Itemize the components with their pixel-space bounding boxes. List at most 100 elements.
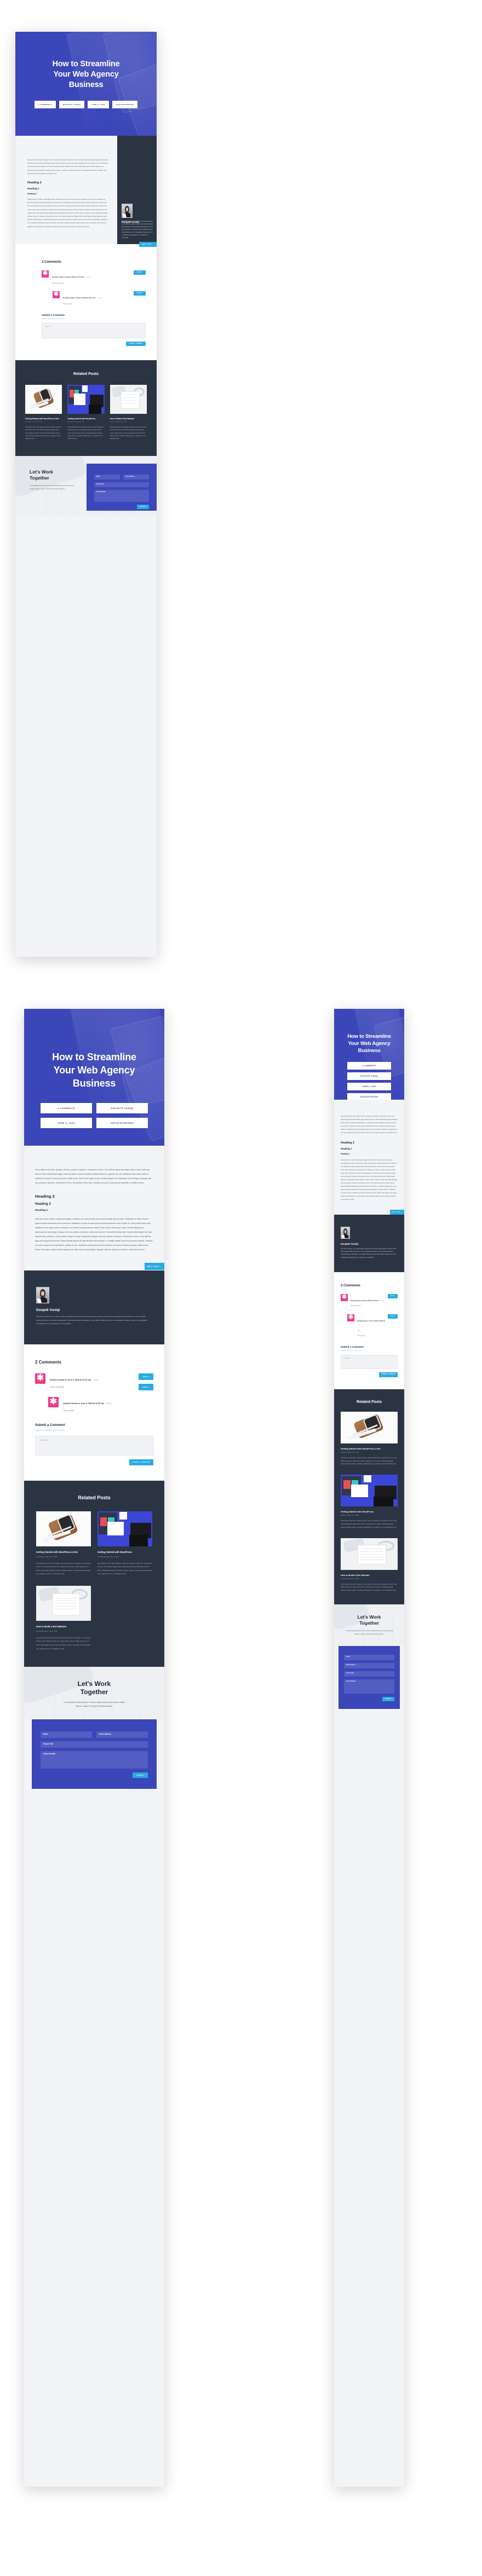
meta-author[interactable]: DONJETË VUNIQI [96,1103,148,1113]
submit-comment-button[interactable]: SUBMIT COMMENT [126,341,146,346]
related-post-card[interactable]: Getting Started with WordPress by Donjet… [341,1475,398,1529]
related-post-title[interactable]: Getting Started with WordPress & Divi [341,1447,398,1450]
comments-section: 2 Comments ✱ Donjetë Vuniqi on June 9, 2… [334,1272,404,1389]
project-details-textarea[interactable]: Project Details [344,1679,394,1694]
related-post-card[interactable]: Getting Started with WordPress & Divi by… [36,1511,91,1576]
cta-section: Let's Work Together In hac habitasse pla… [24,1667,164,1720]
name-input[interactable]: Name [94,474,120,480]
name-input[interactable]: Name [41,1731,92,1738]
related-post-card[interactable]: Getting Started with WordPress & Divi by… [25,384,62,441]
related-post-card[interactable]: Getting Started with WordPress by Donjet… [67,384,105,441]
cta-submit-button[interactable]: SUBMIT [137,504,149,509]
related-post-title[interactable]: Getting Started with WordPress [341,1510,398,1513]
related-post-excerpt: Sed porttitor lectus nibh. Quisque velit… [36,1636,91,1650]
related-post-title[interactable]: How to Build a Divi Website [36,1625,91,1628]
reply-button[interactable]: REPLY [139,1373,153,1380]
asterisk-icon: ✱ [53,291,59,298]
related-post-title[interactable]: Getting Started with WordPress & Divi [36,1551,91,1553]
related-post-card[interactable]: Getting Started with WordPress by Donjet… [97,1511,152,1576]
comment-edit-link[interactable]: (Edit) [87,276,90,278]
author-avatar-collar [37,1298,42,1303]
cta-heading-line-1: Let's Work [77,1680,111,1688]
ui-window-3 [363,1475,372,1483]
name-input[interactable]: Name [344,1654,394,1660]
logged-in-notice[interactable]: Logged in as Donjetë Vuniqi. Log out? [42,318,146,320]
related-posts-heading: Related Posts [73,372,99,376]
meta-author[interactable]: DONJETË VUNIQI [347,1072,391,1080]
related-post-card[interactable]: How to Build a Divi Website by Donjetë V… [341,1538,398,1592]
next-post-button[interactable]: NEXT POST → [145,1263,164,1270]
meta-comments[interactable]: 2 COMMENTS [34,101,56,108]
reply-button[interactable]: REPLY [134,291,146,296]
meta-comments[interactable]: 2 COMMENTS [41,1103,92,1113]
meta-date[interactable]: JUNE 9, 2020 [41,1118,92,1128]
asterisk-icon: ✱ [36,1373,44,1383]
comment-edit-link[interactable]: (Edit) [97,297,101,299]
meta-category[interactable]: UNCATEGORIZED [112,101,138,108]
comment-edit-link[interactable]: (Edit) [381,1300,385,1302]
next-post-button[interactable]: NEXT POST → [390,1210,404,1215]
project-details-textarea[interactable]: Project Details [41,1751,148,1769]
meta-date[interactable]: JUNE 9, 2020 [347,1083,391,1090]
related-post-title[interactable]: Getting Started with WordPress [97,1551,152,1553]
project-title-input[interactable]: Project Title [41,1741,148,1748]
cta-submit-button[interactable]: SUBMIT [382,1696,394,1701]
comment-textarea[interactable]: Comment [35,1435,153,1456]
comment-edit-link[interactable]: (Edit) [357,1330,360,1332]
project-title-input[interactable]: Project Title [94,482,149,487]
related-post-title[interactable]: How to Build a Divi Website [341,1574,398,1576]
meta-category[interactable]: UNCATEGORIZED [347,1093,391,1100]
related-post-excerpt: Sed porttitor lectus nibh. Quisque velit… [341,1457,398,1465]
comment-edit-link[interactable]: (Edit) [94,1379,98,1381]
related-post-title[interactable]: Getting Started with WordPress & Divi [25,418,62,420]
comment-edit-link[interactable]: (Edit) [107,1402,111,1405]
submit-comment-button[interactable]: SUBMIT COMMENT [379,1372,398,1377]
hero-title-line-1: How to Streamline [52,60,120,68]
related-post-meta: by Donjetë Vuniqi | Jun 9, 2020 [36,1555,58,1558]
related-post-title[interactable]: Getting Started with WordPress [67,418,104,420]
cta-submit-button[interactable]: SUBMIT [133,1772,148,1778]
email-input[interactable]: Email Address [123,474,149,480]
reply-button[interactable]: REPLY [388,1314,398,1319]
meta-comments[interactable]: 2 COMMENTS [347,1062,391,1070]
reply-button[interactable]: REPLY [134,270,146,275]
reply-button[interactable]: REPLY [388,1293,398,1298]
author-avatar-face [344,1229,347,1233]
desktop-hero: How to Streamline Your Web Agency Busine… [15,32,157,136]
reply-button[interactable]: REPLY [139,1383,153,1390]
related-post-thumbnail [341,1538,398,1570]
submit-comment-button[interactable]: SUBMIT COMMENT [129,1459,153,1465]
related-post-card[interactable]: Getting Started with WordPress & Divi by… [341,1411,398,1466]
related-post-card[interactable]: How to Build a Divi Website by Donjetë V… [36,1585,91,1650]
author-box: NEXT POST → Donjetë Vuniqi Nam libero te… [334,1210,404,1272]
ui-window-2 [74,393,85,405]
author-avatar-face [125,207,129,211]
related-posts-section: Related Posts Getting Started with WordP… [24,1480,164,1667]
meta-date[interactable]: JUNE 9, 2020 [88,101,109,108]
page-title: How to Streamline Your Web Agency Busine… [334,1033,404,1054]
related-post-meta: by Donjetë Vuniqi | Jun 9, 2020 [25,421,42,423]
logged-in-notice[interactable]: Logged in as Donjetë Vuniqi. Log out? [35,1429,153,1431]
cta-paragraph: In hac habitasse platea dictumst. Vivamu… [30,484,74,490]
comment-meta: Donjetë Vuniqi on June 9, 2020 at 10:57 … [50,1378,91,1381]
project-title-input[interactable]: Project Title [344,1671,394,1677]
mobile-preview: How to Streamline Your Web Agency Busine… [334,1009,404,2487]
logged-in-notice[interactable]: Logged in as Donjetë Vuniqi. Log out? [341,1350,398,1351]
author-avatar [36,1287,49,1303]
meta-category[interactable]: UNCATEGORIZED [96,1118,148,1128]
related-post-excerpt: Sed porttitor lectus nibh. Quisque velit… [36,1562,91,1575]
project-details-textarea[interactable]: Project Details [94,489,149,502]
article-body: Sed porttitor lectus nibh. Quisque velit… [15,136,117,244]
hero-title-line-2: Your Web Agency [53,1065,135,1076]
meta-author[interactable]: DONJETË VUNIQI [59,101,85,108]
email-input[interactable]: Email Address [344,1662,394,1668]
email-input[interactable]: Email Address [96,1731,148,1738]
related-post-title[interactable]: How to Build a Divi Website [110,418,147,420]
next-post-button[interactable]: NEXT POST → [139,241,157,247]
comment-avatar: ✱ [53,291,60,298]
related-post-card[interactable]: How to Build a Divi Website by Donjetë V… [110,384,147,441]
comment-textarea[interactable]: Comment [42,322,146,338]
author-box: NEXT POST → Donjetë Vuniqi Nam libero te… [24,1263,164,1344]
related-post-excerpt: Sed porttitor lectus nibh. Quisque velit… [341,1583,398,1592]
comment-textarea[interactable]: Comment [341,1354,398,1369]
